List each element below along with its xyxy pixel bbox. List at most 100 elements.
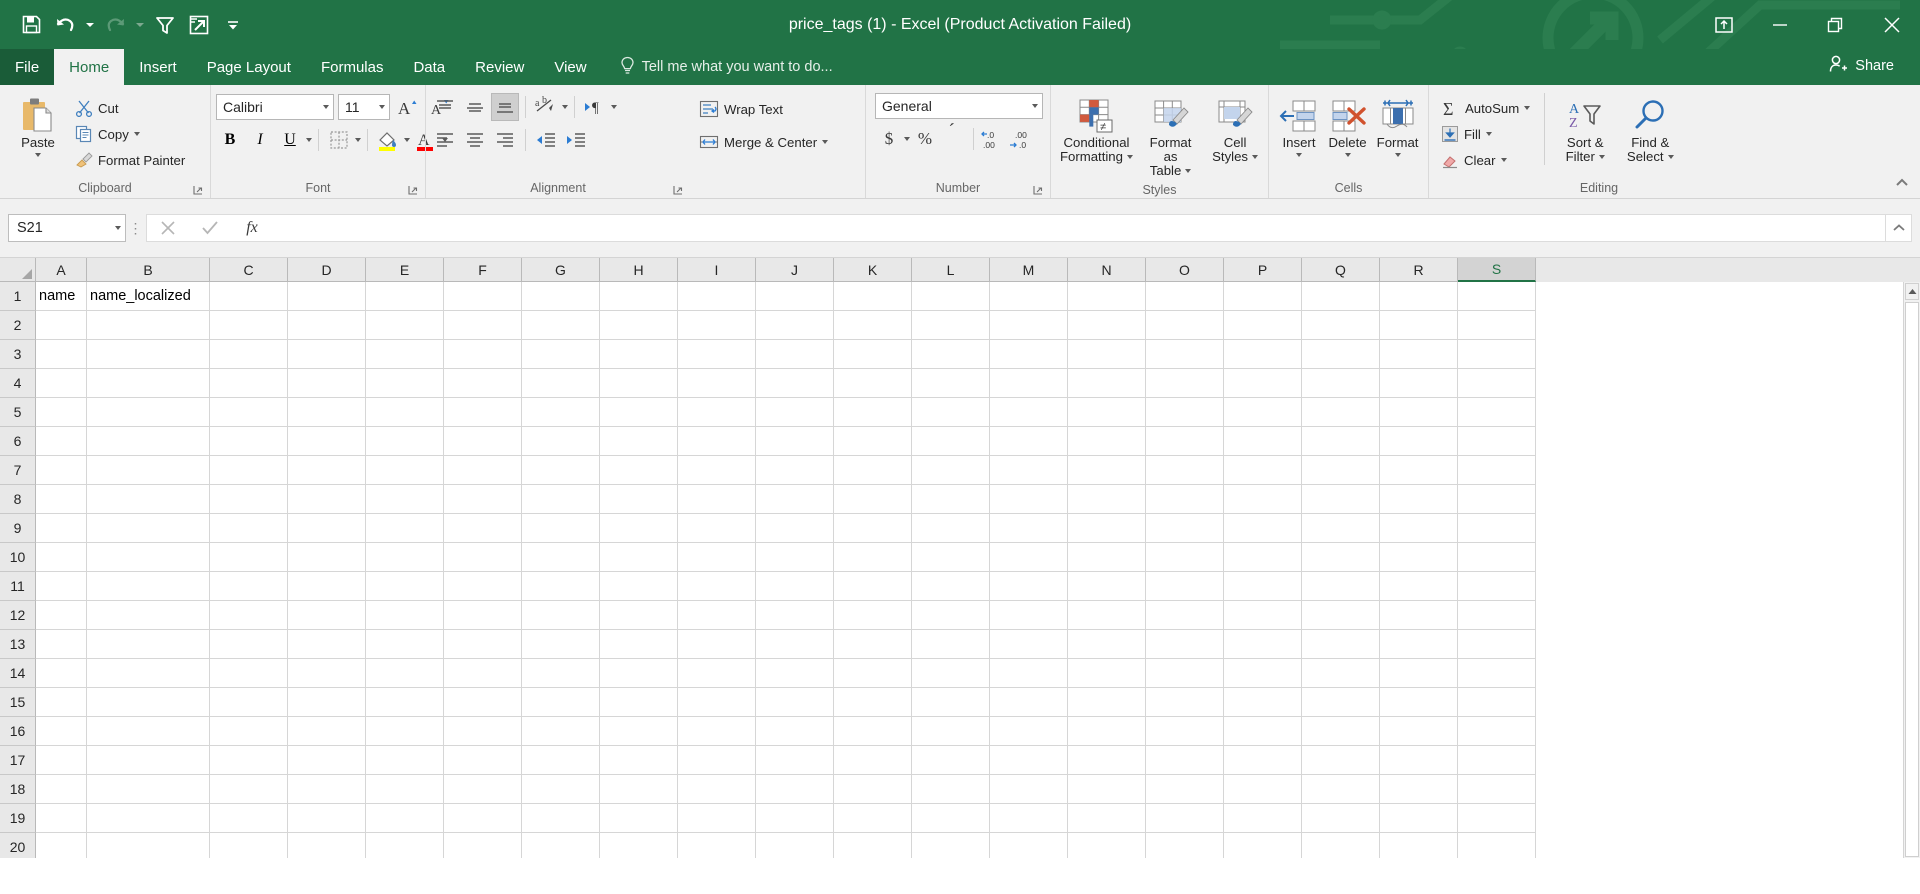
cell-R6[interactable] xyxy=(1380,427,1458,456)
formula-input[interactable] xyxy=(273,214,1886,242)
cell-K19[interactable] xyxy=(834,804,912,833)
comma-style-button[interactable]: ́ xyxy=(940,125,968,153)
cell-J12[interactable] xyxy=(756,601,834,630)
cell-styles-button[interactable]: Cell Styles xyxy=(1207,93,1263,167)
cancel-formula-button[interactable] xyxy=(147,215,189,241)
cell-G14[interactable] xyxy=(522,659,600,688)
column-header-b[interactable]: B xyxy=(87,258,210,282)
cell-M16[interactable] xyxy=(990,717,1068,746)
cell-M20[interactable] xyxy=(990,833,1068,858)
column-header-r[interactable]: R xyxy=(1380,258,1458,282)
cell-O5[interactable] xyxy=(1146,398,1224,427)
cell-E2[interactable] xyxy=(366,311,444,340)
cell-S9[interactable] xyxy=(1458,514,1536,543)
cell-J4[interactable] xyxy=(756,369,834,398)
cell-K1[interactable] xyxy=(834,282,912,311)
cell-E18[interactable] xyxy=(366,775,444,804)
cell-S6[interactable] xyxy=(1458,427,1536,456)
cell-O20[interactable] xyxy=(1146,833,1224,858)
align-right-button[interactable] xyxy=(491,126,519,154)
customize-qat-icon[interactable] xyxy=(216,9,250,41)
cell-N7[interactable] xyxy=(1068,456,1146,485)
cell-P18[interactable] xyxy=(1224,775,1302,804)
cell-L4[interactable] xyxy=(912,369,990,398)
cell-N17[interactable] xyxy=(1068,746,1146,775)
conditional-formatting-dropdown-icon[interactable] xyxy=(1126,155,1133,159)
cell-H8[interactable] xyxy=(600,485,678,514)
cell-P1[interactable] xyxy=(1224,282,1302,311)
align-top-button[interactable] xyxy=(431,93,459,121)
column-header-l[interactable]: L xyxy=(912,258,990,282)
cell-N11[interactable] xyxy=(1068,572,1146,601)
cell-O10[interactable] xyxy=(1146,543,1224,572)
cell-R7[interactable] xyxy=(1380,456,1458,485)
cell-P17[interactable] xyxy=(1224,746,1302,775)
cell-D8[interactable] xyxy=(288,485,366,514)
cell-F5[interactable] xyxy=(444,398,522,427)
sort-dialog-icon[interactable] xyxy=(182,9,216,41)
cell-C14[interactable] xyxy=(210,659,288,688)
cell-A10[interactable] xyxy=(36,543,87,572)
cell-K5[interactable] xyxy=(834,398,912,427)
cell-R15[interactable] xyxy=(1380,688,1458,717)
cell-I19[interactable] xyxy=(678,804,756,833)
cell-Q4[interactable] xyxy=(1302,369,1380,398)
row-header-14[interactable]: 14 xyxy=(0,659,36,688)
cell-G13[interactable] xyxy=(522,630,600,659)
cell-I14[interactable] xyxy=(678,659,756,688)
orientation-dropdown-icon[interactable] xyxy=(562,105,568,109)
cell-M10[interactable] xyxy=(990,543,1068,572)
cell-K18[interactable] xyxy=(834,775,912,804)
cell-C2[interactable] xyxy=(210,311,288,340)
cell-I10[interactable] xyxy=(678,543,756,572)
cell-G3[interactable] xyxy=(522,340,600,369)
autosum-button[interactable]: Σ AutoSum xyxy=(1437,95,1534,121)
underline-button[interactable]: U xyxy=(276,126,304,154)
cell-I16[interactable] xyxy=(678,717,756,746)
cell-E20[interactable] xyxy=(366,833,444,858)
cell-S13[interactable] xyxy=(1458,630,1536,659)
cell-M19[interactable] xyxy=(990,804,1068,833)
cell-A12[interactable] xyxy=(36,601,87,630)
cell-O19[interactable] xyxy=(1146,804,1224,833)
cell-A19[interactable] xyxy=(36,804,87,833)
bold-button[interactable]: B xyxy=(216,126,244,154)
underline-dropdown-icon[interactable] xyxy=(306,138,312,142)
row-header-11[interactable]: 11 xyxy=(0,572,36,601)
cell-H18[interactable] xyxy=(600,775,678,804)
cell-J2[interactable] xyxy=(756,311,834,340)
cell-N8[interactable] xyxy=(1068,485,1146,514)
cell-A5[interactable] xyxy=(36,398,87,427)
cell-B11[interactable] xyxy=(87,572,210,601)
insert-function-button[interactable]: fx xyxy=(231,215,273,241)
cell-I5[interactable] xyxy=(678,398,756,427)
cell-C15[interactable] xyxy=(210,688,288,717)
cell-B8[interactable] xyxy=(87,485,210,514)
cell-L12[interactable] xyxy=(912,601,990,630)
cell-L11[interactable] xyxy=(912,572,990,601)
cell-C19[interactable] xyxy=(210,804,288,833)
cell-M1[interactable] xyxy=(990,282,1068,311)
cell-Q13[interactable] xyxy=(1302,630,1380,659)
borders-dropdown-icon[interactable] xyxy=(355,138,361,142)
cell-D2[interactable] xyxy=(288,311,366,340)
cell-L6[interactable] xyxy=(912,427,990,456)
cell-I1[interactable] xyxy=(678,282,756,311)
borders-button[interactable] xyxy=(325,126,353,154)
tell-me-search[interactable]: Tell me what you want to do... xyxy=(620,49,833,85)
alignment-dialog-launcher[interactable] xyxy=(672,183,684,195)
cell-P7[interactable] xyxy=(1224,456,1302,485)
cell-G6[interactable] xyxy=(522,427,600,456)
align-bottom-button[interactable] xyxy=(491,93,519,121)
cell-S8[interactable] xyxy=(1458,485,1536,514)
tab-home[interactable]: Home xyxy=(54,49,125,85)
cell-R10[interactable] xyxy=(1380,543,1458,572)
align-left-button[interactable] xyxy=(431,126,459,154)
cell-M6[interactable] xyxy=(990,427,1068,456)
row-header-4[interactable]: 4 xyxy=(0,369,36,398)
cell-S4[interactable] xyxy=(1458,369,1536,398)
cell-G10[interactable] xyxy=(522,543,600,572)
cell-B14[interactable] xyxy=(87,659,210,688)
copy-dropdown-icon[interactable] xyxy=(133,132,140,136)
row-header-7[interactable]: 7 xyxy=(0,456,36,485)
